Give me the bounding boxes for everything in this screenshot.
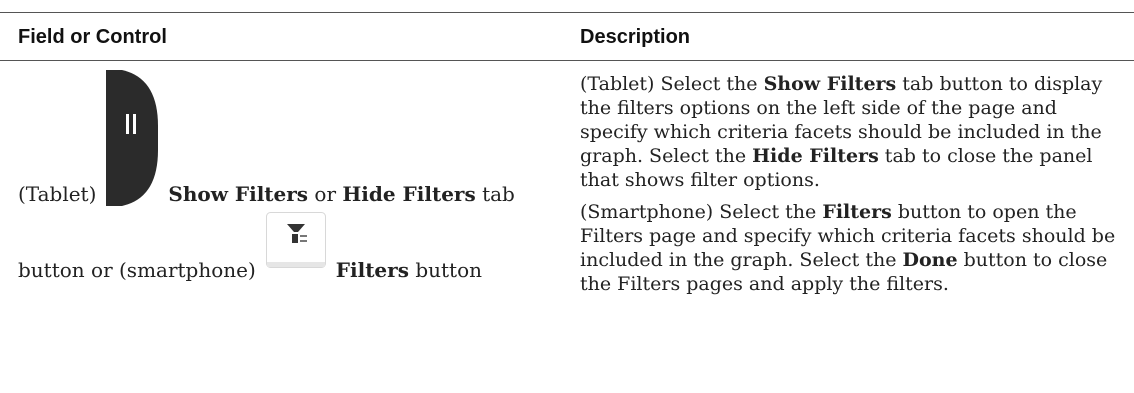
description-tablet: (Tablet) Select the Show Filters tab but… xyxy=(580,73,1103,191)
field-text-smartphone: button or (smartphone) xyxy=(18,258,256,282)
field-description-table: Field or Control Description (Tablet) Sh… xyxy=(0,0,1134,393)
hide-filters-label: Hide Filters xyxy=(342,182,476,206)
description-cell: (Tablet) Select the Show Filters tab but… xyxy=(580,72,1120,304)
filter-funnel-icon xyxy=(265,212,326,268)
filters-label: Filters xyxy=(335,258,409,282)
tab-text: tab xyxy=(482,182,515,206)
header-rule xyxy=(0,60,1134,61)
desc-done: Done xyxy=(902,249,958,271)
field-text-tablet: (Tablet) xyxy=(18,182,97,206)
desc-show-filters: Show Filters xyxy=(763,73,897,95)
button-text: button xyxy=(415,258,482,282)
tab-handle-icon xyxy=(106,70,159,206)
description-smartphone: (Smartphone) Select the Filters button t… xyxy=(580,201,1116,295)
field-line-1: (Tablet) Show Filters or Hide Filters ta… xyxy=(18,70,515,206)
column-header-field: Field or Control xyxy=(18,26,167,48)
show-filters-label: Show Filters xyxy=(168,182,309,206)
desc-hide-filters: Hide Filters xyxy=(752,145,879,167)
desc-filters: Filters xyxy=(822,201,892,223)
table-top-rule xyxy=(0,12,1134,13)
column-header-description: Description xyxy=(580,26,691,48)
field-line-2: button or (smartphone) Filters button xyxy=(18,212,482,282)
or-text: or xyxy=(314,182,337,206)
